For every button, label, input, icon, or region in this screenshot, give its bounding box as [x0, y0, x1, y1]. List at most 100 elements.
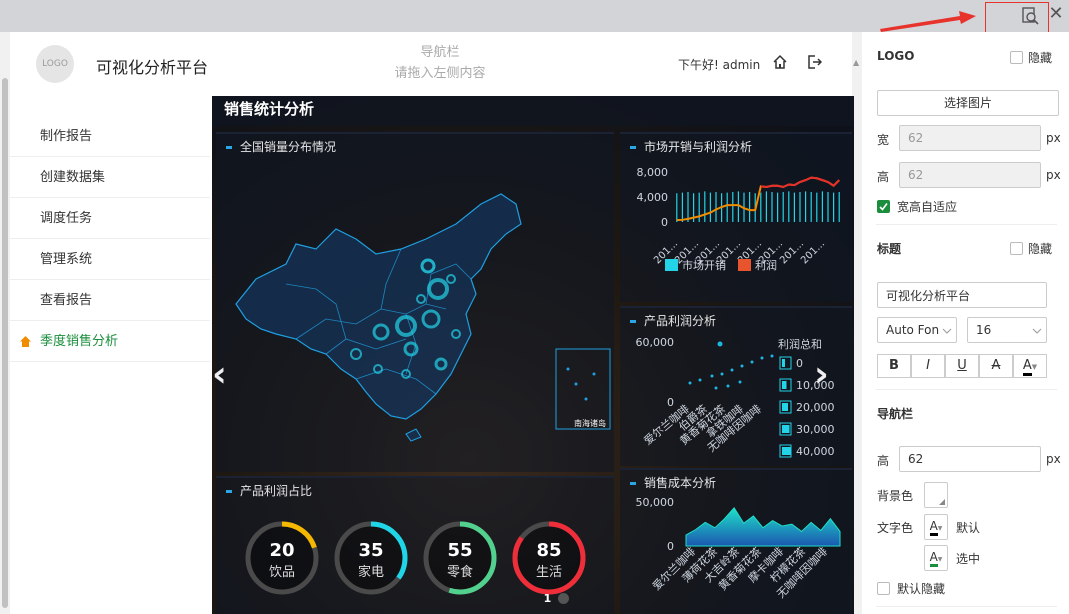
title-hide-checkbox[interactable] [1010, 242, 1023, 255]
scatter-point [738, 380, 742, 384]
bg-color-picker[interactable] [924, 482, 948, 508]
app-title: 可视化分析平台 [96, 58, 209, 77]
profit-scatter-chart[interactable]: 60,0000爱尔兰咖啡伯爵茶黄香菊花茶拿铁咖啡无咖啡因咖啡利润总和010,00… [620, 328, 852, 468]
bar-marketing [687, 192, 689, 222]
scatter-point [740, 364, 744, 368]
bar-marketing [760, 192, 762, 222]
side-menu: 制作报告 创建数据集 调度任务 管理系统 查看报告 季度销售分析 [10, 116, 210, 362]
font-size-select[interactable]: 16 [967, 317, 1047, 343]
menu-item-manage[interactable]: 管理系统 [10, 239, 210, 280]
caret-icon: ▼ [1031, 363, 1038, 371]
hide-label: 隐藏 [1028, 51, 1053, 65]
height-input[interactable] [899, 162, 1041, 188]
caret-icon: ▼ [937, 525, 943, 532]
underline-button[interactable]: U [945, 354, 979, 378]
menu-item-create-dataset[interactable]: 创建数据集 [10, 157, 210, 198]
red-arrow-annotation [880, 11, 976, 32]
donut-label: 生活 [536, 565, 562, 580]
app-header: LOGO 可视化分析平台 导航栏 请拖入左侧内容 下午好! admin [10, 32, 852, 96]
cost-area-chart[interactable]: 50,0000爱尔兰咖啡薄荷花茶大吉岭茶黄香菊花茶摩卡咖啡柠檬花茶无咖啡因咖啡 [620, 490, 852, 614]
legend-label: 30,000 [796, 423, 835, 436]
map-inset-label: 南海诸岛 [574, 418, 606, 428]
scatter-point [750, 360, 754, 364]
width-input[interactable] [899, 125, 1041, 151]
logo-section-title: LOGO [877, 49, 915, 63]
menu-item-schedule[interactable]: 调度任务 [10, 198, 210, 239]
market-chart[interactable]: 8,0004,0000201...201...201...201...201..… [620, 154, 852, 304]
donut-label: 饮品 [269, 565, 295, 580]
strikethrough-button[interactable]: A [979, 354, 1013, 378]
line-profit-high [760, 176, 840, 189]
menu-item-label: 查看报告 [40, 293, 93, 308]
donut-value: 20 [269, 540, 294, 561]
bar-marketing [681, 192, 683, 222]
nav-placeholder: 导航栏 请拖入左侧内容 [370, 42, 510, 84]
divider [876, 389, 1057, 390]
font-family-select[interactable]: Auto Fon [877, 317, 957, 343]
scatter-point [710, 374, 714, 378]
text-color-default-picker[interactable]: A▼ [924, 514, 948, 540]
bar-marketing [737, 191, 739, 222]
nav-height-input[interactable] [899, 446, 1041, 472]
next-arrow-icon[interactable]: › [814, 354, 829, 395]
height-label: 高 [877, 170, 890, 184]
logo[interactable]: LOGO [36, 45, 74, 83]
pager-dot-current[interactable]: 1 [542, 593, 553, 604]
legend-swatch-marketing [665, 259, 678, 271]
logout-icon[interactable] [806, 54, 822, 70]
bar-marketing [793, 192, 795, 222]
text-color-label: 文字色 [877, 521, 914, 535]
caret-icon: ▼ [937, 556, 943, 563]
dashboard: 销售统计分析 全国销量分布情况 南海诸岛 产品利润占比 20 饮品 35 家电 … [212, 96, 854, 614]
menu-item-label: 季度销售分析 [40, 334, 119, 349]
hide-label: 隐藏 [1028, 242, 1053, 256]
bar-marketing [782, 192, 784, 222]
scatter-point [760, 356, 764, 360]
bar-marketing [771, 192, 773, 222]
home-icon[interactable] [772, 54, 788, 70]
menu-item-view-report[interactable]: 查看报告 [10, 280, 210, 321]
bar-marketing [777, 192, 779, 222]
bg-color-label: 背景色 [877, 489, 914, 503]
bar-marketing [676, 193, 678, 222]
logo-hide-checkbox[interactable] [1010, 51, 1023, 64]
legend-label: 40,000 [796, 445, 835, 458]
auto-fit-checkbox[interactable] [877, 200, 890, 213]
legend-label: 20,000 [796, 401, 835, 414]
prev-arrow-icon[interactable]: ‹ [212, 354, 227, 395]
panel-title: 市场开销与利润分析 [630, 138, 752, 155]
bar-marketing [709, 192, 711, 222]
bold-button[interactable]: B [877, 354, 911, 378]
selected-label: 选中 [956, 552, 981, 566]
donut-value: 55 [447, 540, 472, 561]
y-tick-label: 60,000 [636, 336, 675, 349]
legend-label: 利润 [755, 258, 777, 272]
menu-item-label: 调度任务 [40, 211, 93, 226]
close-icon[interactable]: ✕ [1046, 4, 1066, 24]
chevron-down-icon [942, 328, 952, 334]
italic-button[interactable]: I [911, 354, 945, 378]
choose-image-button[interactable]: 选择图片 [877, 90, 1059, 116]
donut-label: 零食 [447, 564, 473, 580]
bar-marketing [704, 191, 706, 222]
font-color-button[interactable]: A▼ [1013, 354, 1047, 378]
text-color-selected-picker[interactable]: A▼ [924, 545, 948, 571]
scatter-point [726, 384, 730, 388]
y-tick-label: 4,000 [637, 191, 669, 204]
china-map[interactable]: 南海诸岛 [216, 154, 614, 474]
default-hide-checkbox[interactable] [877, 582, 890, 595]
check-icon [879, 203, 888, 211]
map-panel: 全国销量分布情况 南海诸岛 [216, 132, 614, 472]
left-scrollbar[interactable] [0, 32, 10, 614]
legend-label: 市场开销 [682, 258, 726, 272]
panel-title: 产品利润分析 [630, 312, 716, 329]
preview-icon[interactable] [1020, 6, 1040, 26]
pager-dot[interactable] [558, 593, 569, 604]
bar-marketing [805, 191, 807, 222]
nav-section-title: 导航栏 [877, 407, 914, 421]
cost-panel: 销售成本分析 50,000 0 爱尔兰咖啡 薄荷花茶 大吉岭茶 黄香菊花茶 摩卡咖啡 柠檬花茶… [620, 468, 852, 614]
menu-item-quarterly-sales[interactable]: 季度销售分析 [10, 321, 210, 362]
default-label: 默认 [956, 521, 981, 535]
title-input[interactable] [877, 282, 1047, 308]
menu-item-make-report[interactable]: 制作报告 [10, 116, 210, 157]
